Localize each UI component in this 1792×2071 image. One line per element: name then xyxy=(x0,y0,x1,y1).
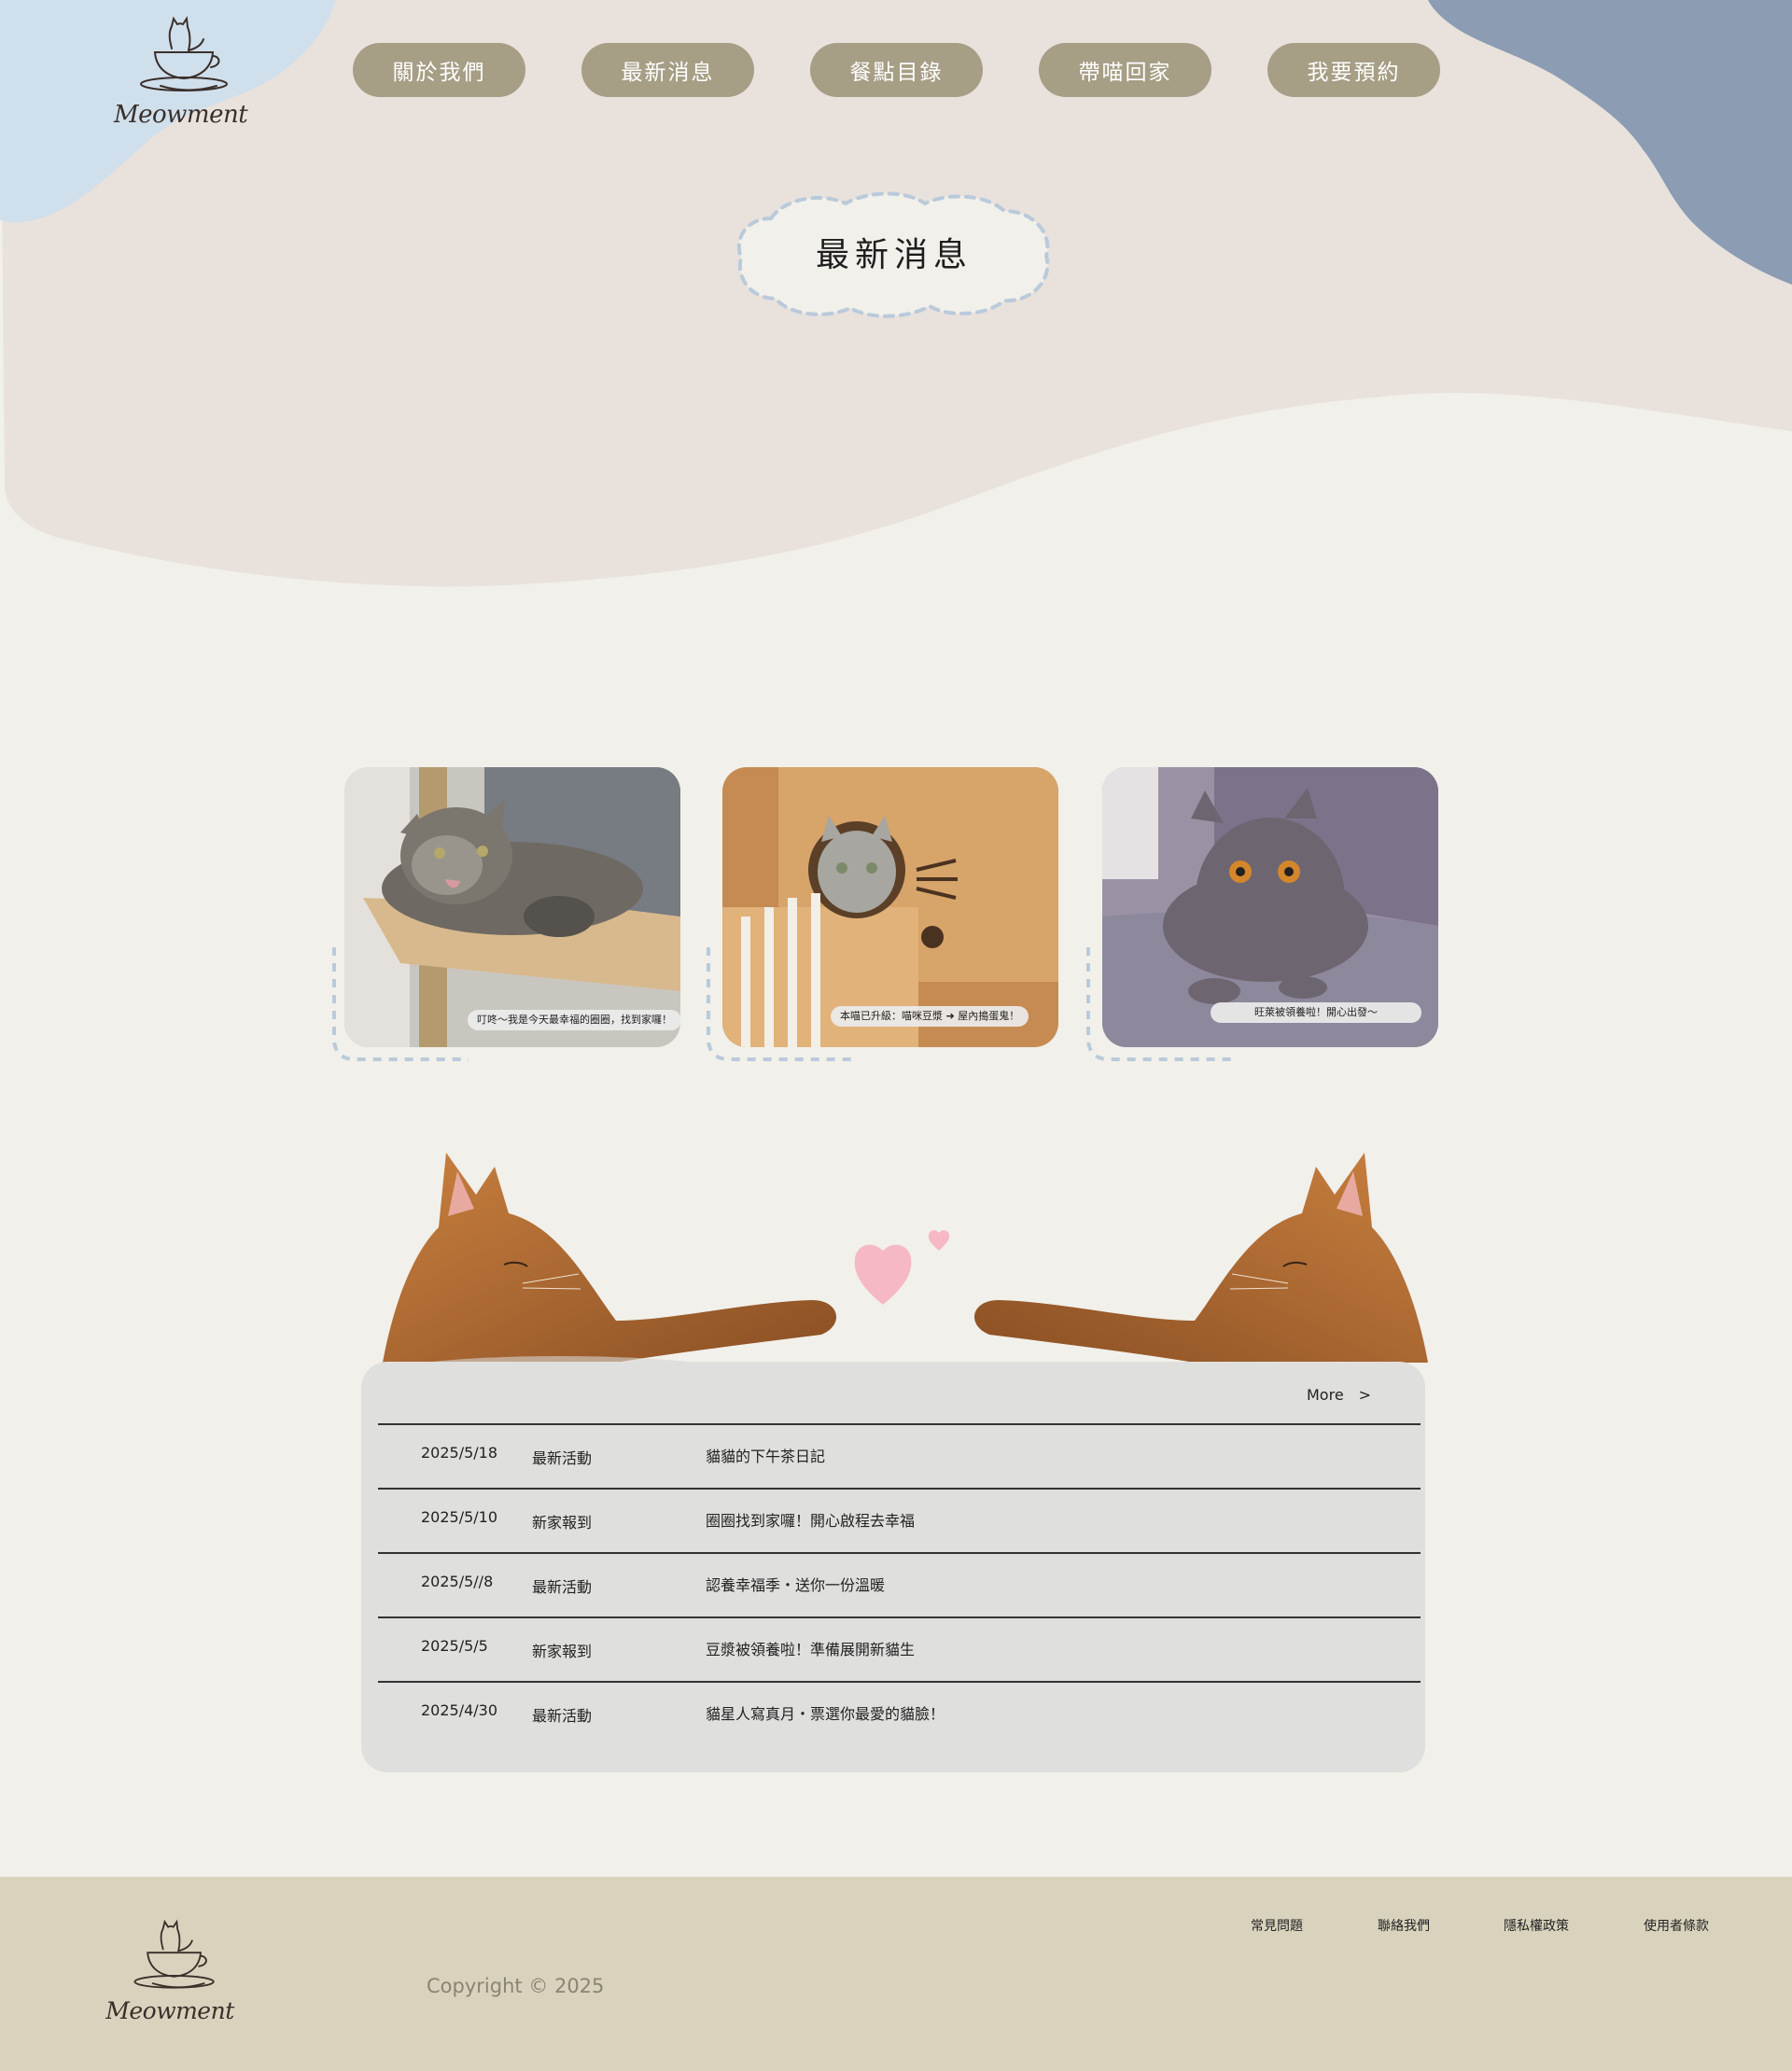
card-caption-3: 旺萊被領養啦！開心出發～ xyxy=(1211,1002,1421,1023)
card-caption-1: 叮咚～我是今天最幸福的圈圈，找到家囉！ xyxy=(468,1010,680,1030)
news-row-1[interactable]: 2025/5/18 最新活動 貓貓的下午茶日記 xyxy=(378,1423,1421,1489)
cat-in-wooden-house-photo xyxy=(722,767,1058,1047)
news-more-link[interactable]: More > xyxy=(1307,1382,1371,1405)
news-row-3[interactable]: 2025/5//8 最新活動 認養幸福季・送你一份溫暖 xyxy=(378,1552,1421,1617)
footer-link-privacy[interactable]: 隱私權政策 xyxy=(1504,1916,1569,1935)
footer-link-terms[interactable]: 使用者條款 xyxy=(1644,1916,1709,1935)
news-title: 認養幸福季・送你一份溫暖 xyxy=(706,1576,886,1594)
news-date: 2025/5//8 xyxy=(421,1573,494,1590)
nav-news[interactable]: 最新消息 xyxy=(581,43,754,97)
footer-link-contact[interactable]: 聯絡我們 xyxy=(1378,1916,1430,1935)
news-row-5[interactable]: 2025/4/30 最新活動 貓星人寫真月・票選你最愛的貓臉！ xyxy=(378,1681,1421,1746)
news-date: 2025/5/18 xyxy=(421,1444,498,1462)
card-caption-2: 本喵已升級：喵咪豆漿 ➜ 屋內搗蛋鬼！ xyxy=(831,1006,1029,1027)
footer-logo[interactable]: Meowment xyxy=(105,1911,235,2024)
heart-icon xyxy=(854,1230,950,1305)
cat-in-cup-logo-icon xyxy=(133,1919,215,1989)
news-category: 新家報到 xyxy=(532,1643,593,1660)
copyright: Copyright © 2025 xyxy=(427,1975,605,1997)
row-divider xyxy=(378,1423,1421,1425)
footer-link-faq[interactable]: 常見問題 xyxy=(1251,1916,1303,1935)
row-divider xyxy=(378,1616,1421,1618)
news-title: 貓貓的下午茶日記 xyxy=(706,1448,826,1465)
nav-menu[interactable]: 餐點目錄 xyxy=(810,43,983,97)
news-title: 貓星人寫真月・票選你最愛的貓臉！ xyxy=(706,1705,945,1723)
header-logo[interactable]: Meowment xyxy=(114,7,248,129)
nav-reserve[interactable]: 我要預約 xyxy=(1267,43,1440,97)
news-category: 最新活動 xyxy=(532,1707,593,1725)
news-category: 最新活動 xyxy=(532,1449,593,1467)
page-title: 最新消息 xyxy=(815,236,973,274)
footer-brand-name: Meowment xyxy=(105,1997,234,2024)
news-row-2[interactable]: 2025/5/10 新家報到 圈圈找到家囉！開心啟程去幸福 xyxy=(378,1488,1421,1553)
news-date: 2025/5/10 xyxy=(421,1508,498,1526)
row-divider xyxy=(378,1552,1421,1554)
nav-about[interactable]: 關於我們 xyxy=(353,43,525,97)
news-title: 圈圈找到家囉！開心啟程去幸福 xyxy=(706,1512,916,1530)
news-card-3[interactable]: 旺萊被領養啦！開心出發～ xyxy=(1102,767,1438,1047)
news-category: 新家報到 xyxy=(532,1514,593,1532)
news-card-1[interactable]: 叮咚～我是今天最幸福的圈圈，找到家囉！ xyxy=(344,767,680,1047)
news-date: 2025/5/5 xyxy=(421,1637,488,1655)
footer xyxy=(0,1877,1792,2071)
news-card-2[interactable]: 本喵已升級：喵咪豆漿 ➜ 屋內搗蛋鬼！ xyxy=(722,767,1058,1047)
news-date: 2025/4/30 xyxy=(421,1701,498,1719)
news-row-4[interactable]: 2025/5/5 新家報到 豆漿被領養啦！準備展開新貓生 xyxy=(378,1616,1421,1682)
news-title: 豆漿被領養啦！準備展開新貓生 xyxy=(706,1641,916,1658)
cat-in-cup-logo-icon xyxy=(140,16,228,91)
brand-name: Meowment xyxy=(114,101,248,129)
tabby-cat-photo xyxy=(344,767,680,1047)
news-category: 最新活動 xyxy=(532,1578,593,1596)
row-divider xyxy=(378,1488,1421,1490)
row-divider xyxy=(378,1681,1421,1683)
nav-adopt[interactable]: 帶喵回家 xyxy=(1039,43,1211,97)
